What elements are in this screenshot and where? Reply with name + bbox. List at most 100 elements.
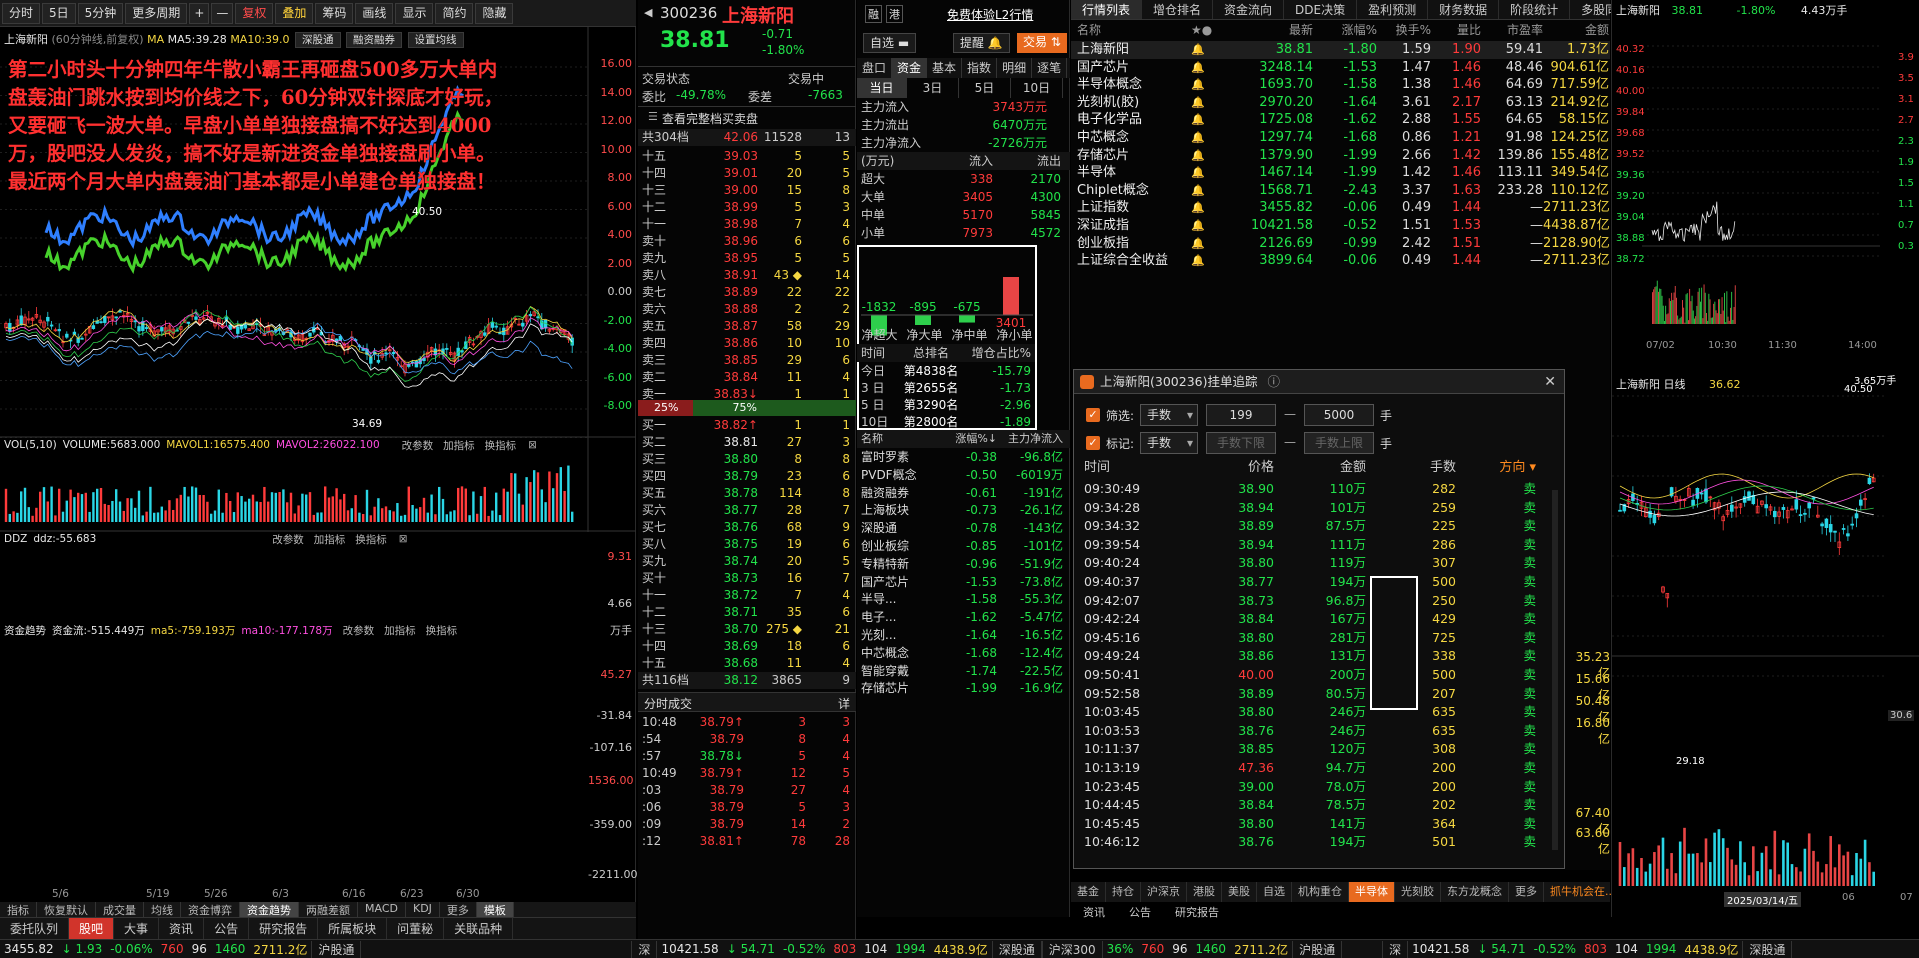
ask-row[interactable]: 卖十 38.96 6 6	[638, 233, 856, 250]
market-bottom-tab[interactable]: 机构重仓	[1292, 882, 1349, 902]
watchlist-button[interactable]: 自选 ▬	[863, 33, 917, 53]
market-bottom-tab[interactable]: 基金	[1071, 882, 1106, 902]
trades-detail-button[interactable]: 详	[838, 695, 850, 712]
indicator-tab[interactable]: 资金博弈	[181, 902, 240, 917]
market-bottom-tab[interactable]: 美股	[1222, 882, 1257, 902]
fund-switch-indicator-button[interactable]: 换指标	[426, 623, 458, 638]
indicator-tab[interactable]: 恢复默认	[37, 902, 96, 917]
ask-row[interactable]: 卖六 38.88 2 2	[638, 301, 856, 318]
bid-row[interactable]: 买九 38.74 20 5	[638, 553, 856, 570]
market-row[interactable]: 深证成指 🔔 10421.58 -0.52 1.51 1.53 —4438.87亿	[1071, 217, 1610, 235]
market-bottom-tab[interactable]: 半导体	[1349, 882, 1395, 902]
tab-basic[interactable]: 基本	[927, 58, 963, 78]
vol-add-indicator-button[interactable]: 加指标	[443, 438, 475, 453]
sector-row[interactable]: 中芯概念 -1.68 -12.4亿	[857, 644, 1070, 662]
market-bottom-tab[interactable]: 更多	[1509, 882, 1544, 902]
overlay-button[interactable]: 叠加	[275, 2, 314, 24]
news-tab[interactable]: 研究报告	[249, 917, 319, 940]
tail-sh-connect[interactable]: 沪股通	[1292, 940, 1343, 958]
ask-row[interactable]: 十一 38.98 7 4	[638, 216, 856, 233]
market-tab[interactable]: 财务数据	[1428, 0, 1500, 19]
more-periods-button[interactable]: 更多周期	[125, 2, 188, 24]
period-today[interactable]: 当日	[857, 78, 907, 98]
indicator-tab[interactable]: 指标	[0, 902, 37, 917]
sector-row[interactable]: 深股通 -0.78 -143亿	[857, 519, 1070, 537]
market-row[interactable]: Chiplet概念 🔔 1568.71 -2.43 3.37 1.63 233.28 110.…	[1071, 182, 1610, 200]
indicator-tab[interactable]: 成交量	[96, 902, 144, 917]
trade-button[interactable]: 交易 ⇅	[1017, 33, 1067, 53]
market-row[interactable]: 中芯概念 🔔 1297.74 -1.68 0.86 1.21 91.98 124.25亿	[1071, 129, 1610, 147]
news-tab[interactable]: 关联品种	[444, 917, 514, 940]
period-3day[interactable]: 3日	[907, 78, 959, 98]
sector-row[interactable]: 智能穿戴 -1.74 -22.5亿	[857, 662, 1070, 680]
mark-max-input[interactable]: 手数上限	[1304, 432, 1374, 454]
sector-row[interactable]: 半导... -1.58 -55.3亿	[857, 590, 1070, 608]
bell-icon[interactable]: 🔔	[1191, 182, 1231, 200]
bid-row[interactable]: 买七 38.76 68 9	[638, 519, 856, 536]
news-tab[interactable]: 大事	[114, 917, 160, 940]
hide-button[interactable]: 隐藏	[475, 2, 514, 24]
tab-fund[interactable]: 资金	[892, 58, 928, 78]
market-bottom-tab[interactable]: 光刻胶	[1395, 882, 1441, 902]
filter-max-input[interactable]: 5000	[1304, 404, 1374, 426]
legend-tab-margin[interactable]: 融资融券	[346, 32, 403, 48]
market-row[interactable]: 上证综合全收益 🔔 3899.64 -0.06 0.49 1.44 —2711.23亿	[1071, 252, 1610, 270]
market-bottom-tab[interactable]: 港股	[1187, 882, 1222, 902]
ask-row[interactable]: 卖三 38.85 29 6	[638, 352, 856, 369]
tab-order[interactable]: 盘口	[857, 58, 893, 78]
market-notice-tab[interactable]: 公告	[1117, 904, 1163, 919]
news-tab[interactable]: 股吧	[69, 917, 115, 940]
hs300-link[interactable]: 沪深300	[1041, 940, 1103, 958]
market-row[interactable]: 创业板指 🔔 2126.69 -0.99 2.42 1.51 —2128.90亿	[1071, 235, 1610, 253]
market-bottom-tab[interactable]: 东方龙概念	[1441, 882, 1509, 902]
sector-row[interactable]: 电子... -1.62 -5.47亿	[857, 608, 1070, 626]
market-tab[interactable]: 盈利预测	[1357, 0, 1429, 19]
vol-switch-indicator-button[interactable]: 换指标	[485, 438, 517, 453]
zoom-out-button[interactable]: —	[211, 2, 234, 24]
help-icon[interactable]: ⓘ	[1267, 374, 1280, 389]
period-5day-button[interactable]: 5日	[42, 2, 76, 24]
market-bottom-tab[interactable]: 自选	[1257, 882, 1292, 902]
sh-connect-link[interactable]: 沪股通	[311, 940, 362, 958]
tab-index[interactable]: 指数	[962, 58, 998, 78]
market-row[interactable]: 光刻机(胶) 🔔 2970.20 -1.64 3.61 2.17 63.13 214.92亿	[1071, 94, 1610, 112]
legend-tab-ma-settings[interactable]: 设置均线	[407, 32, 464, 48]
close-icon[interactable]: ⊠	[399, 533, 408, 545]
news-tab[interactable]: 所属板块	[318, 917, 388, 940]
bell-icon[interactable]: 🔔	[1191, 252, 1231, 270]
bid-row[interactable]: 十一 38.72 7 4	[638, 587, 856, 604]
display-button[interactable]: 显示	[395, 2, 434, 24]
ask-row[interactable]: 卖九 38.95 5 5	[638, 250, 856, 267]
sector-row[interactable]: 融资融券 -0.61 -191亿	[857, 484, 1070, 502]
market-bottom-tab[interactable]: 沪深京	[1141, 882, 1187, 902]
market-tab[interactable]: 资金流向	[1213, 0, 1285, 19]
ask-row[interactable]: 十四 39.01 20 5	[638, 165, 856, 182]
fund-add-indicator-button[interactable]: 加指标	[384, 623, 416, 638]
close-icon[interactable]: ✕	[1544, 370, 1556, 394]
market-tab[interactable]: 阶段统计	[1499, 0, 1571, 19]
bid-row[interactable]: 买四 38.79 23 6	[638, 468, 856, 485]
sector-row[interactable]: 富时罗素 -0.38 -96.8亿	[857, 448, 1070, 466]
news-tab[interactable]: 公告	[204, 917, 250, 940]
period-10day[interactable]: 10日	[1011, 78, 1063, 98]
bid-row[interactable]: 十四 38.69 18 6	[638, 638, 856, 655]
ask-row[interactable]: 卖五 38.87 58 29	[638, 318, 856, 335]
l2-trial-link[interactable]: 免费体验L2行情	[947, 6, 1033, 23]
indicator-tab[interactable]: 更多	[440, 902, 477, 917]
bid-row[interactable]: 买一 38.82↑ 1 1	[638, 417, 856, 434]
indicator-tab[interactable]: MACD	[358, 902, 406, 917]
filter-min-input[interactable]: 199	[1206, 404, 1276, 426]
bell-icon[interactable]: 🔔	[1191, 199, 1231, 217]
indicator-tab[interactable]: 模板	[476, 902, 514, 917]
ask-row[interactable]: 十三 39.00 15 8	[638, 182, 856, 199]
bell-icon[interactable]: 🔔	[1191, 164, 1231, 182]
market-row[interactable]: 国产芯片 🔔 3248.14 -1.53 1.47 1.46 48.46 904.61亿	[1071, 59, 1610, 77]
sector-row[interactable]: 专精特新 -0.96 -51.9亿	[857, 555, 1070, 573]
ask-row[interactable]: 卖八 38.91 43 ◆ 14	[638, 267, 856, 284]
bell-icon[interactable]: 🔔	[1191, 94, 1231, 112]
filter-unit-select[interactable]: 手数 ▾	[1140, 404, 1198, 426]
ddz-add-indicator-button[interactable]: 加指标	[314, 532, 346, 547]
market-report-tab[interactable]: 研究报告	[1163, 904, 1231, 919]
indicator-tab[interactable]: 两融差额	[299, 902, 358, 917]
bell-icon[interactable]: 🔔	[1191, 217, 1231, 235]
